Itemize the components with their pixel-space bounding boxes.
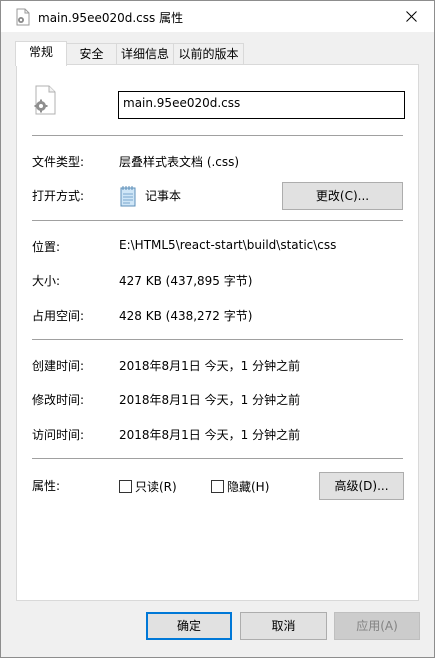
separator [32,458,403,459]
tab-details[interactable]: 详细信息 [116,43,174,65]
readonly-checkbox[interactable] [119,480,132,493]
location-value: E:\HTML5\react-start\build\static\css [119,238,337,252]
close-icon [405,11,417,22]
file-type-value: 层叠样式表文档 (.css) [119,155,240,169]
accessed-value: 2018年8月1日 今天，1 分钟之前 [119,428,301,442]
separator [32,339,403,340]
tab-general[interactable]: 常规 [15,41,67,66]
cancel-button[interactable]: 取消 [240,612,327,640]
size-on-disk-label: 占用空间: [32,309,85,323]
change-button[interactable]: 更改(C)... [282,182,403,210]
tab-security[interactable]: 安全 [66,43,117,65]
ok-button[interactable]: 确定 [146,612,232,640]
modified-label: 修改时间: [32,393,85,407]
close-button[interactable] [388,1,434,32]
hidden-checkbox[interactable] [211,480,224,493]
gear-file-icon [32,85,58,115]
notepad-icon [119,185,137,207]
separator [32,135,403,136]
apply-button[interactable]: 应用(A) [334,612,420,640]
attributes-label: 属性: [32,479,61,493]
open-with-label: 打开方式: [32,189,85,203]
separator [32,220,403,221]
size-label: 大小: [32,274,61,288]
modified-value: 2018年8月1日 今天，1 分钟之前 [119,393,301,407]
open-with-value: 记事本 [145,189,182,203]
accessed-label: 访问时间: [32,428,85,442]
css-file-icon [15,8,31,26]
properties-window: main.95ee020d.css 属性 常规 安全 详细信息 以前的版本 ma… [0,0,435,658]
advanced-button[interactable]: 高级(D)... [319,472,404,500]
tab-previous-versions[interactable]: 以前的版本 [173,43,244,65]
size-on-disk-value: 428 KB (438,272 字节) [119,309,253,323]
general-panel [16,64,419,601]
created-value: 2018年8月1日 今天，1 分钟之前 [119,359,301,373]
size-value: 427 KB (437,895 字节) [119,274,253,288]
readonly-label[interactable]: 只读(R) [135,478,177,495]
window-title: main.95ee020d.css 属性 [38,11,184,25]
created-label: 创建时间: [32,359,85,373]
hidden-label[interactable]: 隐藏(H) [227,478,269,495]
file-type-label: 文件类型: [32,155,85,169]
filename-input[interactable]: main.95ee020d.css [118,91,405,119]
location-label: 位置: [32,240,61,254]
title-bar: main.95ee020d.css 属性 [1,1,434,32]
